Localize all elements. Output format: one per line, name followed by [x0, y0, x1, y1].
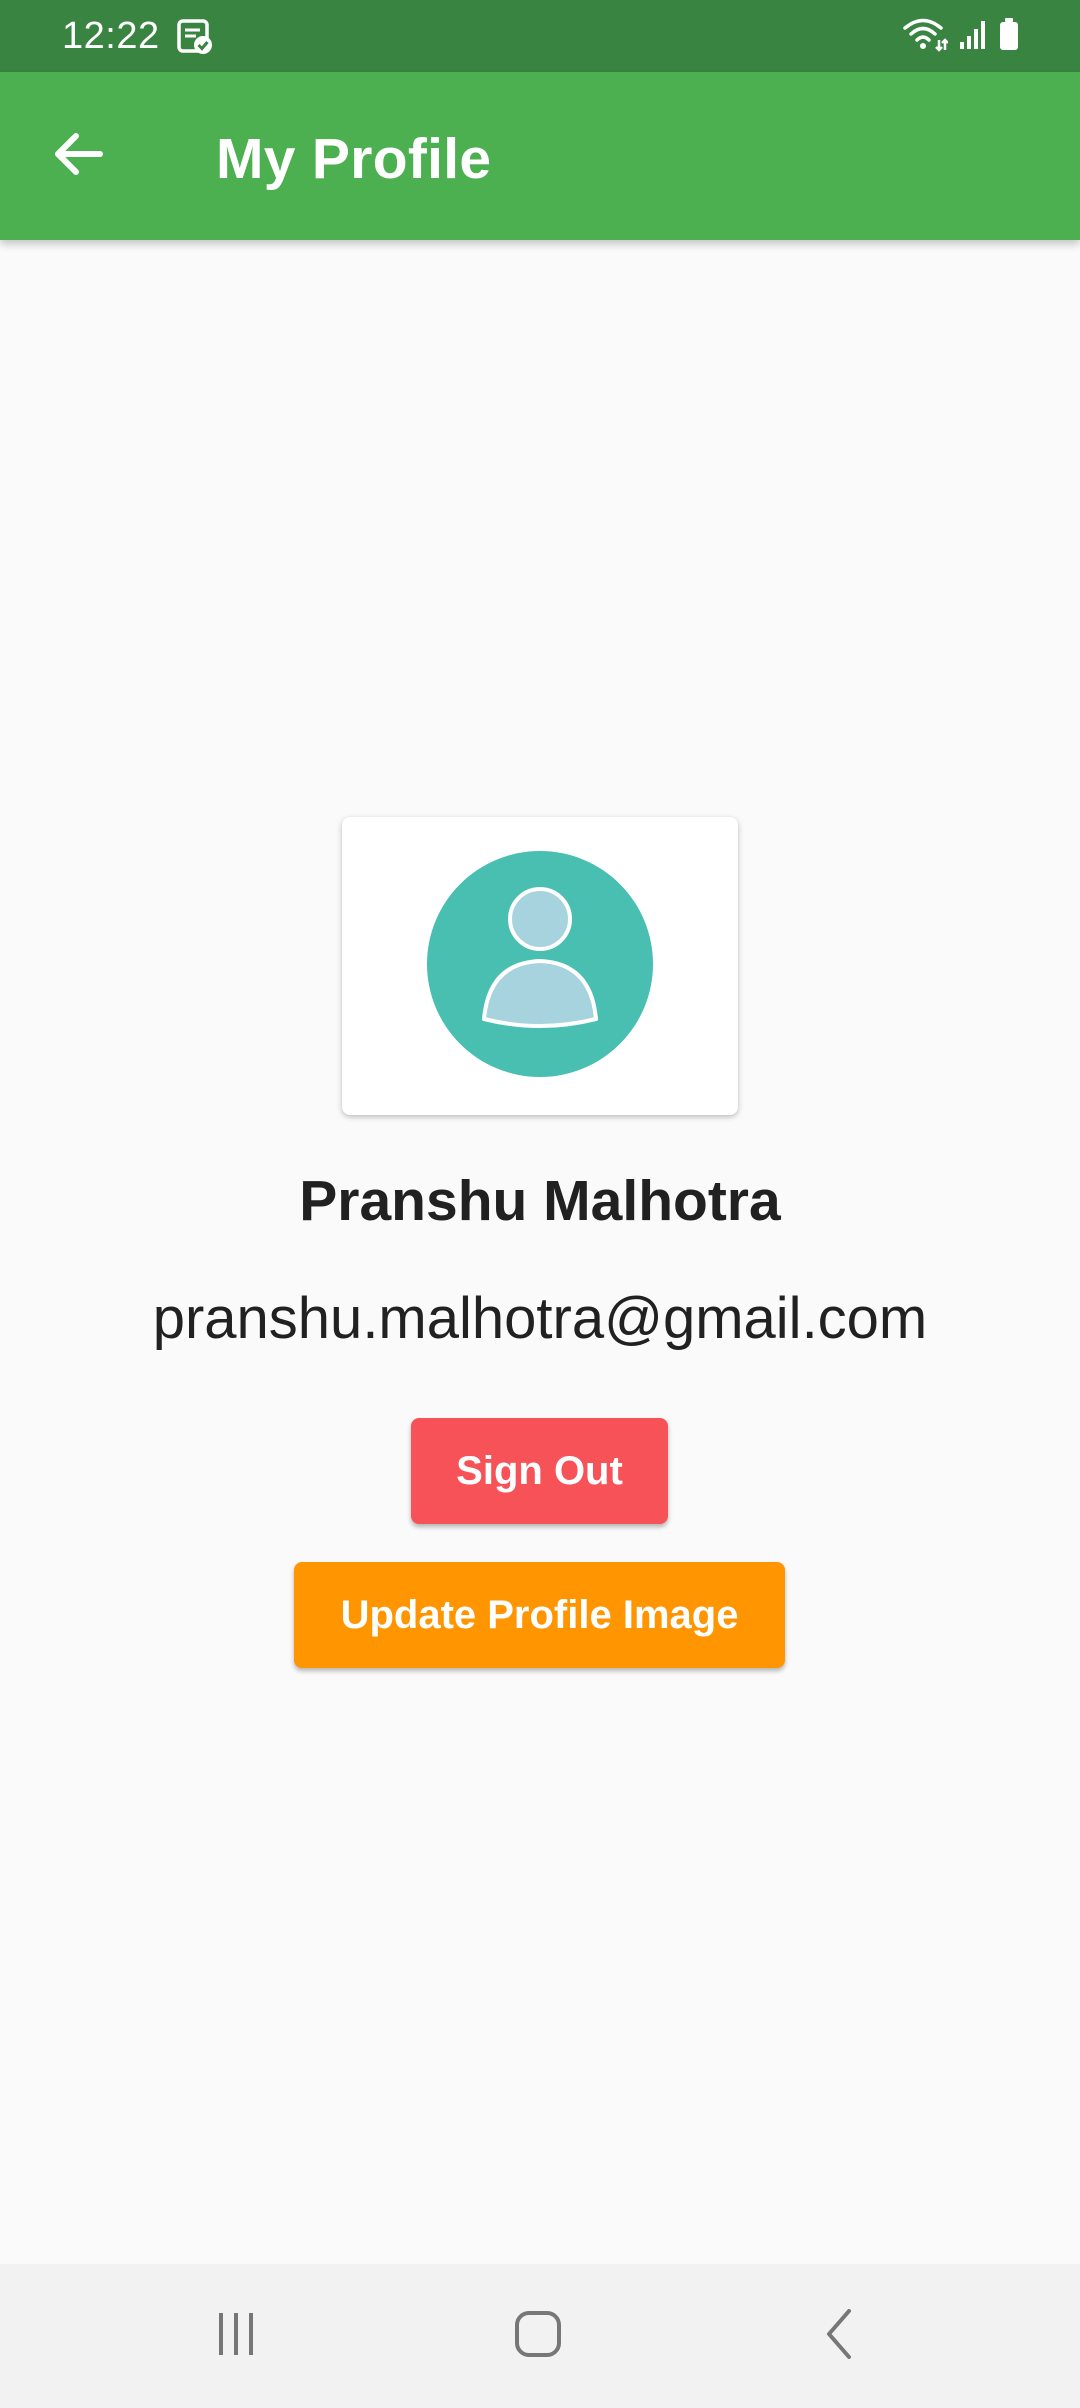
profile-avatar-card [342, 817, 738, 1115]
arrow-back-icon [50, 126, 106, 187]
wifi-icon [902, 16, 949, 57]
status-bar: 12:22 [0, 0, 1080, 72]
system-nav-bar [0, 2264, 1080, 2408]
recent-apps-button[interactable] [186, 2286, 286, 2386]
signal-icon [958, 18, 988, 55]
home-button[interactable] [488, 2286, 588, 2386]
back-button[interactable] [36, 114, 120, 198]
notification-icon [176, 18, 214, 56]
profile-name: Pranshu Malhotra [299, 1169, 781, 1233]
app-bar: My Profile [0, 72, 1080, 240]
home-icon [513, 2309, 563, 2364]
status-time: 12:22 [62, 15, 160, 57]
page-title: My Profile [216, 127, 492, 191]
system-back-button[interactable] [790, 2286, 890, 2386]
battery-icon [998, 17, 1020, 56]
profile-email: pranshu.malhotra@gmail.com [152, 1286, 928, 1351]
update-profile-image-button[interactable]: Update Profile Image [294, 1562, 785, 1668]
recent-apps-icon [211, 2309, 261, 2364]
sign-out-button[interactable]: Sign Out [411, 1418, 668, 1524]
person-icon [427, 850, 653, 1082]
back-icon [815, 2308, 865, 2364]
